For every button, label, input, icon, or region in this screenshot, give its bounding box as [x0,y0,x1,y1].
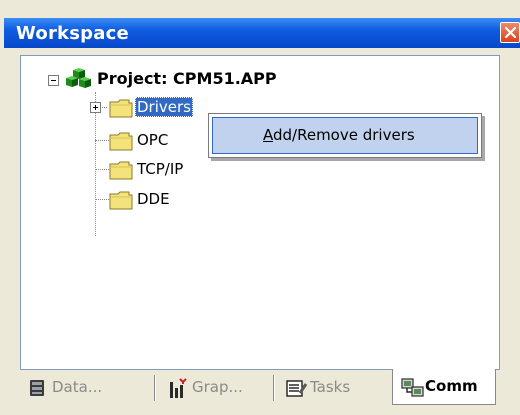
plus-icon [93,105,98,110]
expand-toggle[interactable] [90,102,101,113]
tab-divider [273,375,275,401]
communication-icon [401,378,424,397]
tab-communication[interactable]: Comm [392,369,496,405]
close-icon [504,26,517,39]
tasks-icon [286,380,308,397]
tree-item-label: DDE [137,190,170,208]
close-button[interactable] [500,22,520,43]
tab-graphics[interactable]: Grap... [160,370,270,404]
tab-label: Comm [425,377,478,395]
tree-item-label: Drivers [135,97,193,117]
workspace-panel: Workspace Project: CPM51.APP Drivers OPC… [0,0,520,415]
folder-icon [109,132,133,151]
database-icon [30,380,44,396]
tab-label: Data... [52,378,103,396]
project-cubes-icon [66,68,91,88]
tree-item-label: OPC [137,131,169,149]
menu-accelerator: A [263,126,273,144]
menu-item-add-remove-drivers[interactable]: Add/Remove drivers [212,117,478,154]
folder-icon [109,161,133,180]
tree-item-tcpip[interactable]: TCP/IP [81,158,281,182]
graphics-icon [170,378,187,398]
tree-item-label: TCP/IP [137,160,184,178]
title-bar[interactable]: Workspace [4,18,520,48]
tab-database[interactable]: Data... [20,370,150,404]
project-label: Project: CPM51.APP [97,69,277,88]
tree-item-dde[interactable]: DDE [81,188,281,212]
workspace-tabs: Data... Grap... Tasks Comm [20,369,500,408]
folder-icon [109,191,133,210]
project-tree[interactable]: Project: CPM51.APP Drivers OPC TCP/IP DD… [20,55,500,370]
tab-tasks[interactable]: Tasks [278,370,388,404]
tree-root[interactable]: Project: CPM51.APP [21,68,321,92]
tab-divider [154,375,156,401]
collapse-toggle[interactable] [48,75,59,86]
menu-item-label: Add/Remove drivers [263,126,415,144]
minus-icon [51,80,56,81]
tab-label: Tasks [310,378,351,396]
folder-icon [109,99,133,118]
context-menu: Add/Remove drivers [208,113,482,158]
menu-label-rest: dd/Remove drivers [273,126,415,144]
tab-label: Grap... [192,378,243,396]
window-title: Workspace [16,23,129,44]
